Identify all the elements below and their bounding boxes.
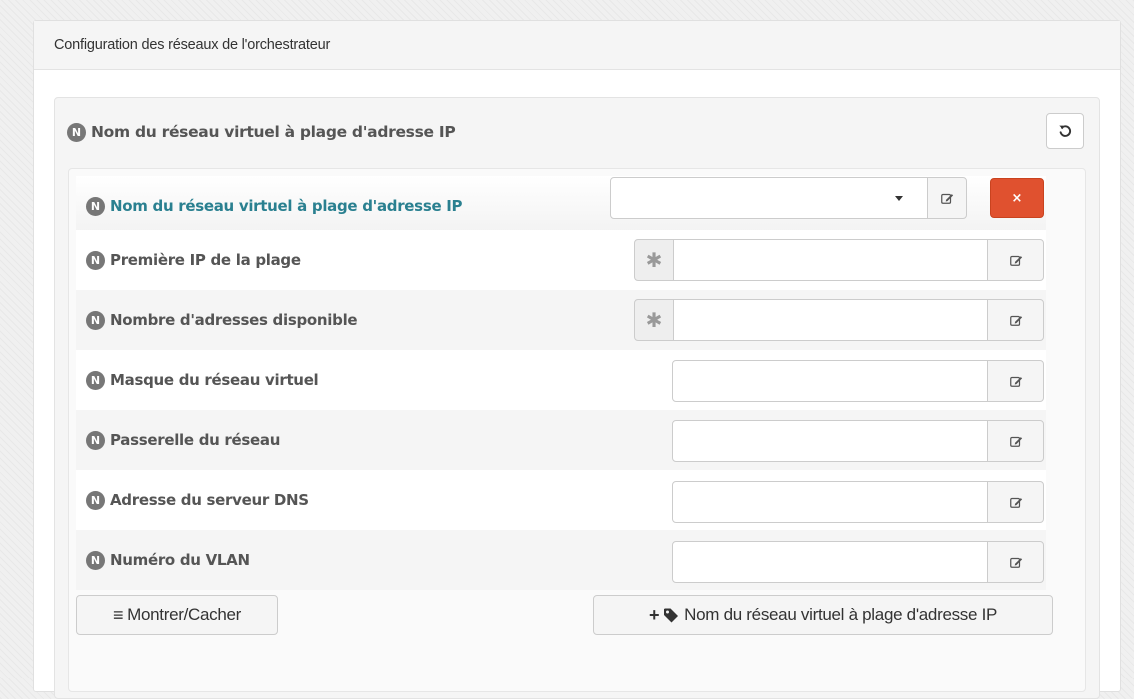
first-ip-input[interactable] xyxy=(673,239,988,281)
plus-icon: + xyxy=(648,604,660,625)
edit-icon xyxy=(1009,434,1023,448)
reset-button[interactable] xyxy=(1046,113,1084,149)
edit-button[interactable] xyxy=(987,299,1044,341)
edit-button[interactable] xyxy=(987,420,1044,462)
edit-button[interactable] xyxy=(987,541,1044,583)
vlan-input[interactable] xyxy=(672,541,988,583)
n-badge: N xyxy=(86,196,105,216)
list-icon: ≡ xyxy=(112,604,124,625)
field-label: Numéro du VLAN xyxy=(110,551,250,569)
n-badge: N xyxy=(86,250,105,270)
field-label: Adresse du serveur DNS xyxy=(110,491,309,509)
group-title: Nom du réseau virtuel à plage d'adresse … xyxy=(91,123,456,141)
n-badge: N xyxy=(86,490,105,510)
n-badge: N xyxy=(86,550,105,570)
toggle-button-label: Montrer/Cacher xyxy=(127,605,242,624)
address-count-input[interactable] xyxy=(673,299,988,341)
required-addon: ✱ xyxy=(634,299,674,341)
edit-icon xyxy=(1009,313,1023,327)
n-badge: N xyxy=(86,310,105,330)
edit-select-button[interactable] xyxy=(927,177,967,219)
asterisk-icon: ✱ xyxy=(645,308,663,332)
network-group: N Nom du réseau virtuel à plage d'adress… xyxy=(54,97,1100,699)
entry-title: Nom du réseau virtuel à plage d'adresse … xyxy=(110,197,463,215)
caret-down-icon xyxy=(895,196,903,201)
dns-input[interactable] xyxy=(672,481,988,523)
group-header: N Nom du réseau virtuel à plage d'adress… xyxy=(55,98,1099,166)
entry-container: N Nom du réseau virtuel à plage d'adress… xyxy=(68,168,1086,692)
edit-icon xyxy=(1009,555,1023,569)
required-addon: ✱ xyxy=(634,239,674,281)
netmask-input[interactable] xyxy=(672,360,988,402)
tag-icon xyxy=(664,608,679,623)
network-select[interactable] xyxy=(610,177,928,219)
add-network-button[interactable]: + Nom du réseau virtuel à plage d'adress… xyxy=(593,595,1053,635)
undo-icon xyxy=(1059,125,1072,137)
edit-icon xyxy=(1009,495,1023,509)
n-badge: N xyxy=(67,122,86,142)
close-icon: × xyxy=(1011,190,1023,206)
edit-icon xyxy=(1009,374,1023,388)
edit-icon xyxy=(940,191,954,205)
edit-button[interactable] xyxy=(987,239,1044,281)
n-badge: N xyxy=(86,370,105,390)
edit-icon xyxy=(1009,253,1023,267)
field-label: Nombre d'adresses disponible xyxy=(110,311,358,329)
entry-box: N Nom du réseau virtuel à plage d'adress… xyxy=(76,176,1076,684)
asterisk-icon: ✱ xyxy=(645,248,663,272)
edit-button[interactable] xyxy=(987,481,1044,523)
gateway-input[interactable] xyxy=(672,420,988,462)
panel-title: Configuration des réseaux de l'orchestra… xyxy=(34,21,1120,70)
field-label: Passerelle du réseau xyxy=(110,431,281,449)
field-label: Masque du réseau virtuel xyxy=(110,371,319,389)
edit-button[interactable] xyxy=(987,360,1044,402)
field-label: Première IP de la plage xyxy=(110,251,301,269)
delete-button[interactable]: × xyxy=(990,178,1044,218)
n-badge: N xyxy=(86,430,105,450)
config-panel: Configuration des réseaux de l'orchestra… xyxy=(33,20,1121,699)
add-network-button-label: Nom du réseau virtuel à plage d'adresse … xyxy=(684,605,998,624)
toggle-button[interactable]: ≡ Montrer/Cacher xyxy=(76,595,278,635)
